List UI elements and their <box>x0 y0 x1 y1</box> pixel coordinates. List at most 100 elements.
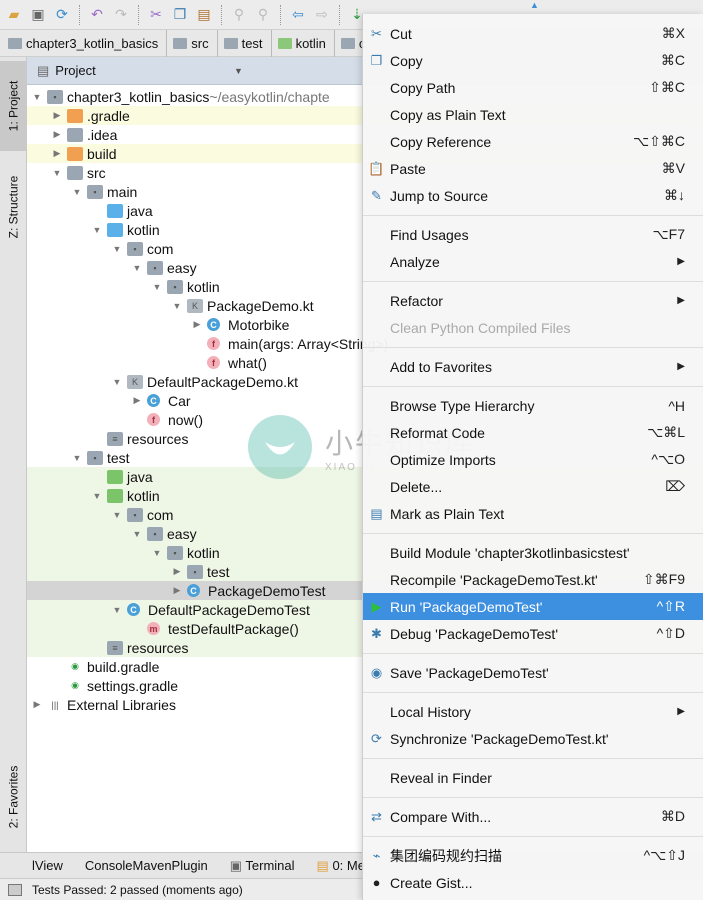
tab-label: Z: Structure <box>6 175 21 239</box>
menu-item-reveal-in-finder[interactable]: Reveal in Finder <box>363 764 703 791</box>
menu-item-save-packagedemotest[interactable]: ◉ Save 'PackageDemoTest' <box>363 659 703 686</box>
menu-icon: ⟳ <box>371 730 382 746</box>
replace-icon[interactable]: ⚲ <box>253 5 273 25</box>
breadcrumb-item[interactable]: test <box>223 29 272 57</box>
menu-item-debug-packagedemotest[interactable]: ✱ Debug 'PackageDemoTest' ^⇧D <box>363 620 703 647</box>
expand-arrow-icon[interactable]: ▼ <box>31 92 43 102</box>
menu-item-synchronize-packagedemotest-kt[interactable]: ⟳ Synchronize 'PackageDemoTest.kt' <box>363 725 703 752</box>
tab-lview[interactable]: lView <box>32 858 63 873</box>
expand-arrow-icon[interactable]: ▼ <box>131 529 143 539</box>
divider <box>138 4 139 25</box>
menu-icon: ❐ <box>370 52 383 68</box>
menu-item-delete[interactable]: Delete... ⌦ <box>363 473 703 500</box>
function-icon: f <box>207 337 220 350</box>
messages-icon: ▤ <box>316 857 329 873</box>
tree-label: PackageDemoTest <box>208 582 326 599</box>
menu-item-local-history[interactable]: Local History ▶ <box>363 698 703 725</box>
divider <box>363 796 703 798</box>
expand-arrow-icon[interactable]: ▼ <box>151 548 163 558</box>
back-icon[interactable]: ⇦ <box>288 5 308 25</box>
menu-item-copy-path[interactable]: Copy Path ⇧⌘C <box>363 74 703 101</box>
menu-item-cut[interactable]: ✂ Cut ⌘X <box>363 20 703 47</box>
tab-messages[interactable]: ▤ 0: Me <box>317 858 365 874</box>
menu-item-build-module-chapter3kotlinbasicstest[interactable]: Build Module 'chapter3kotlinbasicstest' <box>363 539 703 566</box>
collapse-arrow-icon[interactable]: ▶ <box>51 110 63 121</box>
menu-item-reformat-code[interactable]: Reformat Code ⌥⌘L <box>363 419 703 446</box>
collapse-arrow-icon[interactable]: ▶ <box>191 319 203 330</box>
tool-window-toggle-icon[interactable] <box>8 883 22 896</box>
tab-project[interactable]: 1: Project <box>0 61 27 151</box>
open-icon[interactable]: ▰ <box>4 5 24 25</box>
menu-item-copy-reference[interactable]: Copy Reference ⌥⇧⌘C <box>363 128 703 155</box>
menu-item-copy[interactable]: ❐ Copy ⌘C <box>363 47 703 74</box>
menu-item-refactor[interactable]: Refactor ▶ <box>363 287 703 314</box>
menu-item-find-usages[interactable]: Find Usages ⌥F7 <box>363 221 703 248</box>
expand-arrow-icon[interactable]: ▼ <box>91 491 103 501</box>
save-icon[interactable]: ▣ <box>28 5 48 25</box>
menu-shortcut: ⌘V <box>661 160 685 176</box>
expand-arrow-icon[interactable]: ▼ <box>111 605 123 615</box>
breadcrumb-item[interactable]: kotlin <box>277 29 335 57</box>
breadcrumb-label: chapter3_kotlin_basics <box>26 35 159 51</box>
menu-item-run-packagedemotest[interactable]: ▶ Run 'PackageDemoTest' ^⇧R <box>363 593 703 620</box>
menu-item-browse-type-hierarchy[interactable]: Browse Type Hierarchy ^H <box>363 392 703 419</box>
expand-arrow-icon[interactable]: ▼ <box>91 225 103 235</box>
expand-arrow-icon[interactable]: ▼ <box>71 187 83 197</box>
menu-item-mark-as-plain-text[interactable]: ▤ Mark as Plain Text <box>363 500 703 527</box>
tab-terminal[interactable]: ▣ Terminal <box>230 858 295 874</box>
menu-item-create-gist[interactable]: ● Create Gist... <box>363 869 703 896</box>
tree-label: testDefaultPackage() <box>168 620 299 637</box>
menu-label: Jump to Source <box>390 187 489 204</box>
resources-icon: ≡ <box>107 431 123 446</box>
sync-icon[interactable]: ⟳ <box>52 5 72 25</box>
package-icon: ▪ <box>167 545 183 560</box>
forward-icon[interactable]: ⇨ <box>312 5 332 25</box>
menu-shortcut: ^⌥⇧J <box>643 847 685 863</box>
expand-arrow-icon[interactable]: ▼ <box>111 244 123 254</box>
menu-item-paste[interactable]: 📋 Paste ⌘V <box>363 155 703 182</box>
scroll-up-icon[interactable]: ▲ <box>530 0 539 10</box>
tab-favorites[interactable]: 2: Favorites <box>0 747 27 847</box>
breadcrumb-item[interactable]: chapter3_kotlin_basics <box>8 29 168 57</box>
expand-arrow-icon[interactable]: ▼ <box>131 263 143 273</box>
tab-console-maven-plugin[interactable]: ConsoleMavenPlugin <box>85 858 208 873</box>
redo-icon[interactable]: ↷ <box>111 5 131 25</box>
menu-item-jump-to-source[interactable]: ✎ Jump to Source ⌘↓ <box>363 182 703 209</box>
menu-item-copy-as-plain-text[interactable]: Copy as Plain Text <box>363 101 703 128</box>
menu-label: Mark as Plain Text <box>390 505 505 522</box>
collapse-arrow-icon[interactable]: ▶ <box>131 395 143 406</box>
menu-item-compare-with[interactable]: ⇄ Compare With... ⌘D <box>363 803 703 830</box>
menu-item-add-to-favorites[interactable]: Add to Favorites ▶ <box>363 353 703 380</box>
collapse-arrow-icon[interactable]: ▶ <box>171 566 183 577</box>
undo-icon[interactable]: ↶ <box>87 5 107 25</box>
expand-arrow-icon[interactable]: ▼ <box>51 168 63 178</box>
menu-item-code-scan[interactable]: ⌁ 集团编码规约扫描 ^⌥⇧J <box>363 842 703 869</box>
gradle-icon: ◉ <box>67 659 83 674</box>
function-icon: f <box>147 413 160 426</box>
copy-icon[interactable]: ❐ <box>170 5 190 25</box>
collapse-arrow-icon[interactable]: ▶ <box>51 148 63 159</box>
module-icon: ▪ <box>87 450 103 465</box>
tab-structure[interactable]: Z: Structure <box>0 157 27 257</box>
menu-icon: ✂ <box>371 25 382 41</box>
cut-icon[interactable]: ✂ <box>146 5 166 25</box>
paste-icon[interactable]: ▤ <box>194 5 214 25</box>
expand-arrow-icon[interactable]: ▼ <box>111 510 123 520</box>
submenu-arrow-icon: ▶ <box>677 295 685 306</box>
find-icon[interactable]: ⚲ <box>229 5 249 25</box>
tree-label: java <box>127 468 153 485</box>
menu-label: Create Gist... <box>390 874 473 891</box>
collapse-arrow-icon[interactable]: ▶ <box>171 585 183 596</box>
menu-item-optimize-imports[interactable]: Optimize Imports ^⌥O <box>363 446 703 473</box>
collapse-arrow-icon[interactable]: ▶ <box>31 699 43 710</box>
collapse-arrow-icon[interactable]: ▶ <box>51 129 63 140</box>
breadcrumb-item[interactable]: src <box>173 29 218 57</box>
panel-title[interactable]: Project <box>55 63 95 78</box>
expand-arrow-icon[interactable]: ▼ <box>111 377 123 387</box>
menu-item-recompile-packagedemotest-kt[interactable]: Recompile 'PackageDemoTest.kt' ⇧⌘F9 <box>363 566 703 593</box>
menu-item-analyze[interactable]: Analyze ▶ <box>363 248 703 275</box>
expand-arrow-icon[interactable]: ▼ <box>151 282 163 292</box>
expand-arrow-icon[interactable]: ▼ <box>71 453 83 463</box>
chevron-down-icon[interactable]: ▼ <box>234 66 243 76</box>
expand-arrow-icon[interactable]: ▼ <box>171 301 183 311</box>
